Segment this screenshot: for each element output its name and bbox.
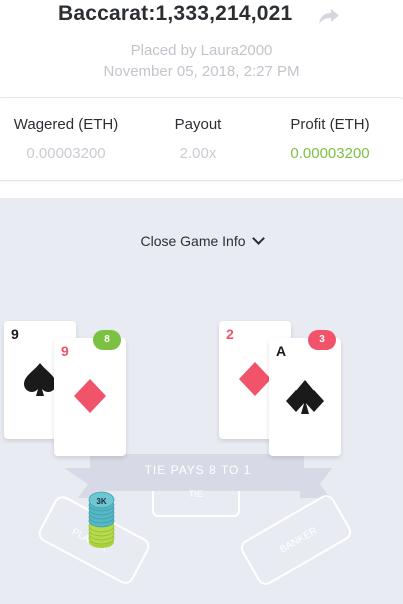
diamond-icon bbox=[74, 379, 106, 413]
wagered-value: 0.00003200 bbox=[26, 145, 106, 162]
bet-header: Baccarat:1,333,214,021 Placed by Laura20… bbox=[0, 0, 403, 100]
banker-score-badge: 3 bbox=[308, 330, 336, 350]
payout-label: Payout bbox=[174, 116, 222, 133]
card-rank: A bbox=[276, 343, 287, 359]
bet-stats-card: Wagered (ETH) 0.00003200 Payout 2.00x Pr… bbox=[0, 97, 403, 181]
card-rank: 9 bbox=[61, 343, 69, 359]
payout-stat: Payout 2.00x bbox=[143, 116, 253, 162]
player-card-2: 9 bbox=[54, 338, 126, 456]
tie-label: TIE bbox=[188, 489, 203, 499]
game-info-panel: Close Game Info TIE TIE PAYS 8 TO 1 PLAY… bbox=[0, 198, 403, 604]
banker-card-2: A bbox=[269, 338, 341, 456]
card-rank: 9 bbox=[11, 326, 19, 342]
profit-label: Profit (ETH) bbox=[290, 116, 370, 133]
card-rank: 2 bbox=[226, 326, 234, 342]
profit-stat: Profit (ETH) 0.00003200 bbox=[265, 116, 395, 162]
player-score-badge: 8 bbox=[93, 330, 121, 350]
payout-value: 2.00x bbox=[179, 145, 217, 162]
club-icon bbox=[286, 380, 324, 414]
bet-date: November 05, 2018, 2:27 PM bbox=[103, 63, 300, 80]
tie-pays-banner-text: TIE PAYS 8 TO 1 bbox=[144, 463, 252, 477]
bet-title: Baccarat:1,333,214,021 bbox=[58, 2, 293, 25]
wagered-stat: Wagered (ETH) 0.00003200 bbox=[1, 116, 131, 162]
share-icon[interactable] bbox=[318, 7, 340, 25]
wagered-label: Wagered (ETH) bbox=[13, 116, 119, 133]
title-row: Baccarat:1,333,214,021 bbox=[0, 2, 403, 30]
placed-by: Placed by Laura2000 bbox=[130, 42, 273, 59]
chip-amount-label: 3K bbox=[96, 497, 107, 506]
profit-value: 0.00003200 bbox=[290, 145, 370, 162]
banner-right-tail bbox=[300, 468, 332, 498]
